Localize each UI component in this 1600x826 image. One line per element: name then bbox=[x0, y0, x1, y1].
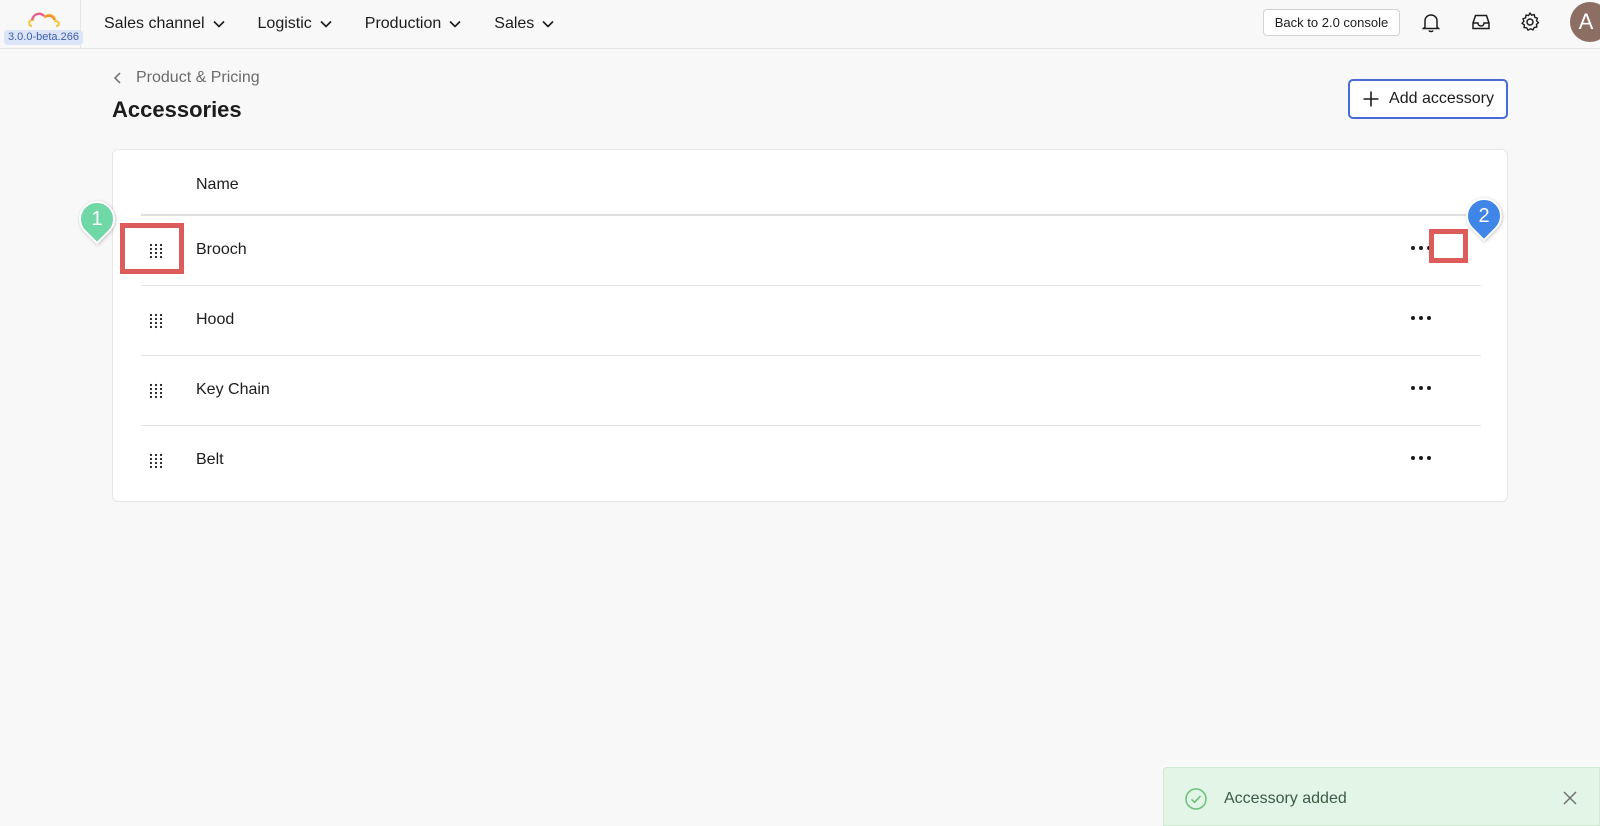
more-options-icon[interactable] bbox=[1410, 454, 1432, 462]
user-avatar[interactable]: A bbox=[1570, 2, 1600, 42]
table-row: Belt bbox=[141, 426, 1481, 496]
success-toast: Accessory added bbox=[1163, 767, 1600, 826]
back-to-console-button[interactable]: Back to 2.0 console bbox=[1263, 9, 1400, 36]
column-header-name: Name bbox=[196, 176, 239, 193]
page-title: Accessories bbox=[112, 97, 242, 122]
check-circle-icon bbox=[1185, 788, 1207, 810]
drag-handle-icon[interactable] bbox=[149, 313, 163, 329]
chevron-down-icon bbox=[449, 20, 461, 28]
step-marker-number: 2 bbox=[1478, 205, 1490, 227]
bell-icon[interactable] bbox=[1419, 10, 1443, 34]
nav-label: Logistic bbox=[257, 15, 312, 32]
chevron-down-icon bbox=[212, 20, 225, 28]
add-accessory-button[interactable]: Add accessory bbox=[1348, 79, 1508, 119]
table-row: Key Chain bbox=[141, 356, 1481, 426]
row-name: Hood bbox=[196, 311, 235, 328]
more-options-icon[interactable] bbox=[1410, 314, 1432, 322]
chevron-left-icon bbox=[113, 72, 121, 84]
plus-icon bbox=[1363, 91, 1379, 107]
row-name: Belt bbox=[196, 451, 224, 468]
row-name: Brooch bbox=[196, 241, 247, 258]
breadcrumb-label: Product & Pricing bbox=[136, 69, 260, 86]
nav-label: Sales bbox=[494, 15, 535, 32]
add-accessory-label: Add accessory bbox=[1389, 90, 1494, 107]
row-name: Key Chain bbox=[196, 381, 270, 398]
close-icon[interactable] bbox=[1562, 790, 1578, 806]
nav-sales[interactable]: Sales bbox=[494, 15, 555, 33]
drag-handle-icon[interactable] bbox=[149, 453, 163, 469]
breadcrumb[interactable]: Product & Pricing bbox=[112, 69, 260, 87]
inbox-icon[interactable] bbox=[1469, 10, 1493, 34]
nav-logistic[interactable]: Logistic bbox=[258, 15, 333, 33]
step-marker-number: 1 bbox=[91, 208, 103, 230]
nav-sales-channel[interactable]: Sales channel bbox=[104, 15, 226, 33]
table-row: Hood bbox=[141, 286, 1481, 356]
chevron-down-icon bbox=[320, 20, 332, 28]
logo[interactable]: 3.0.0-beta.266 bbox=[0, 0, 83, 48]
chevron-down-icon bbox=[542, 20, 554, 28]
nav-production[interactable]: Production bbox=[365, 15, 463, 33]
version-badge: 3.0.0-beta.266 bbox=[4, 30, 83, 45]
drag-handle-icon[interactable] bbox=[149, 383, 163, 399]
gear-icon[interactable] bbox=[1518, 10, 1542, 34]
table-row: Brooch bbox=[141, 216, 1481, 286]
highlight-box-drag-handle bbox=[120, 223, 184, 274]
nav-label: Production bbox=[364, 15, 442, 32]
main-nav: Sales channel Logistic Production Sales bbox=[104, 0, 587, 48]
highlight-box-more-options bbox=[1429, 229, 1468, 263]
cloud-logo-icon bbox=[28, 12, 60, 28]
toast-message: Accessory added bbox=[1224, 790, 1347, 807]
more-options-icon[interactable] bbox=[1410, 384, 1432, 392]
accessories-table: Name Brooch Hood Key Chain Belt bbox=[112, 149, 1508, 502]
top-bar: 3.0.0-beta.266 Sales channel Logistic Pr… bbox=[0, 0, 1600, 49]
nav-label: Sales channel bbox=[104, 15, 205, 32]
